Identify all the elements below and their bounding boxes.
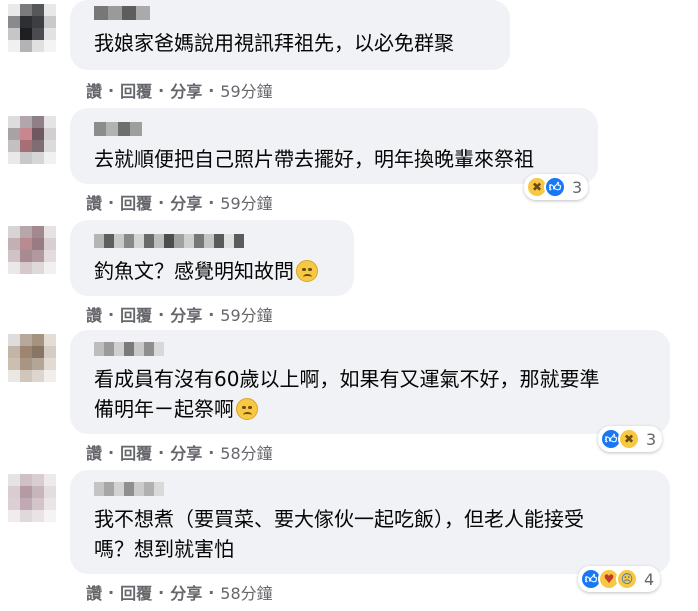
separator: · <box>108 442 115 462</box>
reply-link[interactable]: 回覆 <box>120 190 152 214</box>
timestamp[interactable]: 58分鐘 <box>220 440 272 464</box>
separator: · <box>158 582 165 602</box>
blurred-author-name[interactable] <box>94 6 492 20</box>
like-link[interactable]: 讚 <box>86 580 102 604</box>
share-link[interactable]: 分享 <box>170 302 202 326</box>
comment-actions: 讚 · 回覆 · 分享 · 58分鐘 <box>86 440 273 464</box>
reactions-summary[interactable]: 👍︎ ♥ ☹ 4 <box>578 566 661 592</box>
like-link[interactable]: 讚 <box>86 78 102 102</box>
separator: · <box>158 192 165 212</box>
separator: · <box>158 80 165 100</box>
timestamp[interactable]: 59分鐘 <box>220 78 272 102</box>
timestamp[interactable]: 58分鐘 <box>220 580 272 604</box>
share-link[interactable]: 分享 <box>170 440 202 464</box>
avatar[interactable] <box>8 226 56 286</box>
reactions-summary[interactable]: 👍︎ ✖ 3 <box>598 426 663 452</box>
separator: · <box>208 304 215 324</box>
comment-bubble: 釣魚文？感覺明知故問 <box>70 220 354 296</box>
haha-reaction-icon: ✖ <box>618 428 640 450</box>
comment-text: 我不想煮（要買菜、要大傢伙一起吃飯），但老人能接受 嗎？想到就害怕 <box>94 507 584 561</box>
woozy-face-emoji-icon <box>236 398 258 420</box>
separator: · <box>158 442 165 462</box>
comment-text-content: 看成員有沒有60歲以上啊，如果有又運氣不好，那就要準 備明年ㄧ起祭啊 <box>94 367 600 421</box>
reaction-count: 3 <box>646 429 657 449</box>
comment-bubble: 看成員有沒有60歲以上啊，如果有又運氣不好，那就要準 備明年ㄧ起祭啊 <box>70 330 670 434</box>
comment-bubble: 去就順便把自己照片帶去擺好，明年換晚輩來祭祖 <box>70 108 598 184</box>
separator: · <box>108 582 115 602</box>
comment-actions: 讚 · 回覆 · 分享 · 59分鐘 <box>86 78 273 102</box>
sad-reaction-icon: ☹ <box>616 568 638 590</box>
comment-text: 我娘家爸媽說用視訊拜祖先，以必免群聚 <box>94 31 454 55</box>
avatar[interactable] <box>8 4 56 64</box>
separator: · <box>108 80 115 100</box>
like-link[interactable]: 讚 <box>86 302 102 326</box>
comment-actions: 讚 · 回覆 · 分享 · 59分鐘 <box>86 302 273 326</box>
comment-text: 看成員有沒有60歲以上啊，如果有又運氣不好，那就要準 備明年ㄧ起祭啊 <box>94 364 652 424</box>
comment-bubble: 我不想煮（要買菜、要大傢伙一起吃飯），但老人能接受 嗎？想到就害怕 <box>70 470 670 574</box>
share-link[interactable]: 分享 <box>170 190 202 214</box>
comment-actions: 讚 · 回覆 · 分享 · 59分鐘 <box>86 190 273 214</box>
like-link[interactable]: 讚 <box>86 440 102 464</box>
reply-link[interactable]: 回覆 <box>120 440 152 464</box>
eye-roll-emoji-icon <box>296 260 318 282</box>
separator: · <box>158 304 165 324</box>
reply-link[interactable]: 回覆 <box>120 302 152 326</box>
timestamp[interactable]: 59分鐘 <box>220 302 272 326</box>
like-link[interactable]: 讚 <box>86 190 102 214</box>
comment-bubble: 我娘家爸媽說用視訊拜祖先，以必免群聚 <box>70 0 510 70</box>
like-reaction-icon: 👍︎ <box>544 176 566 198</box>
blurred-author-name[interactable] <box>94 234 336 248</box>
separator: · <box>108 192 115 212</box>
separator: · <box>208 80 215 100</box>
comment-text-content: 釣魚文？感覺明知故問 <box>94 259 294 283</box>
reaction-count: 4 <box>644 569 655 589</box>
blurred-author-name[interactable] <box>94 342 652 356</box>
avatar[interactable] <box>8 334 56 394</box>
blurred-author-name[interactable] <box>94 122 580 136</box>
timestamp[interactable]: 59分鐘 <box>220 190 272 214</box>
separator: · <box>208 582 215 602</box>
reaction-count: 3 <box>572 177 583 197</box>
separator: · <box>208 192 215 212</box>
separator: · <box>208 442 215 462</box>
share-link[interactable]: 分享 <box>170 78 202 102</box>
reply-link[interactable]: 回覆 <box>120 78 152 102</box>
share-link[interactable]: 分享 <box>170 580 202 604</box>
comment-actions: 讚 · 回覆 · 分享 · 58分鐘 <box>86 580 273 604</box>
blurred-author-name[interactable] <box>94 482 652 496</box>
reactions-summary[interactable]: ✖ 👍︎ 3 <box>524 174 589 200</box>
avatar[interactable] <box>8 474 56 534</box>
separator: · <box>108 304 115 324</box>
reply-link[interactable]: 回覆 <box>120 580 152 604</box>
avatar[interactable] <box>8 116 56 176</box>
comment-text: 去就順便把自己照片帶去擺好，明年換晚輩來祭祖 <box>94 147 534 171</box>
comment-text: 釣魚文？感覺明知故問 <box>94 256 336 286</box>
